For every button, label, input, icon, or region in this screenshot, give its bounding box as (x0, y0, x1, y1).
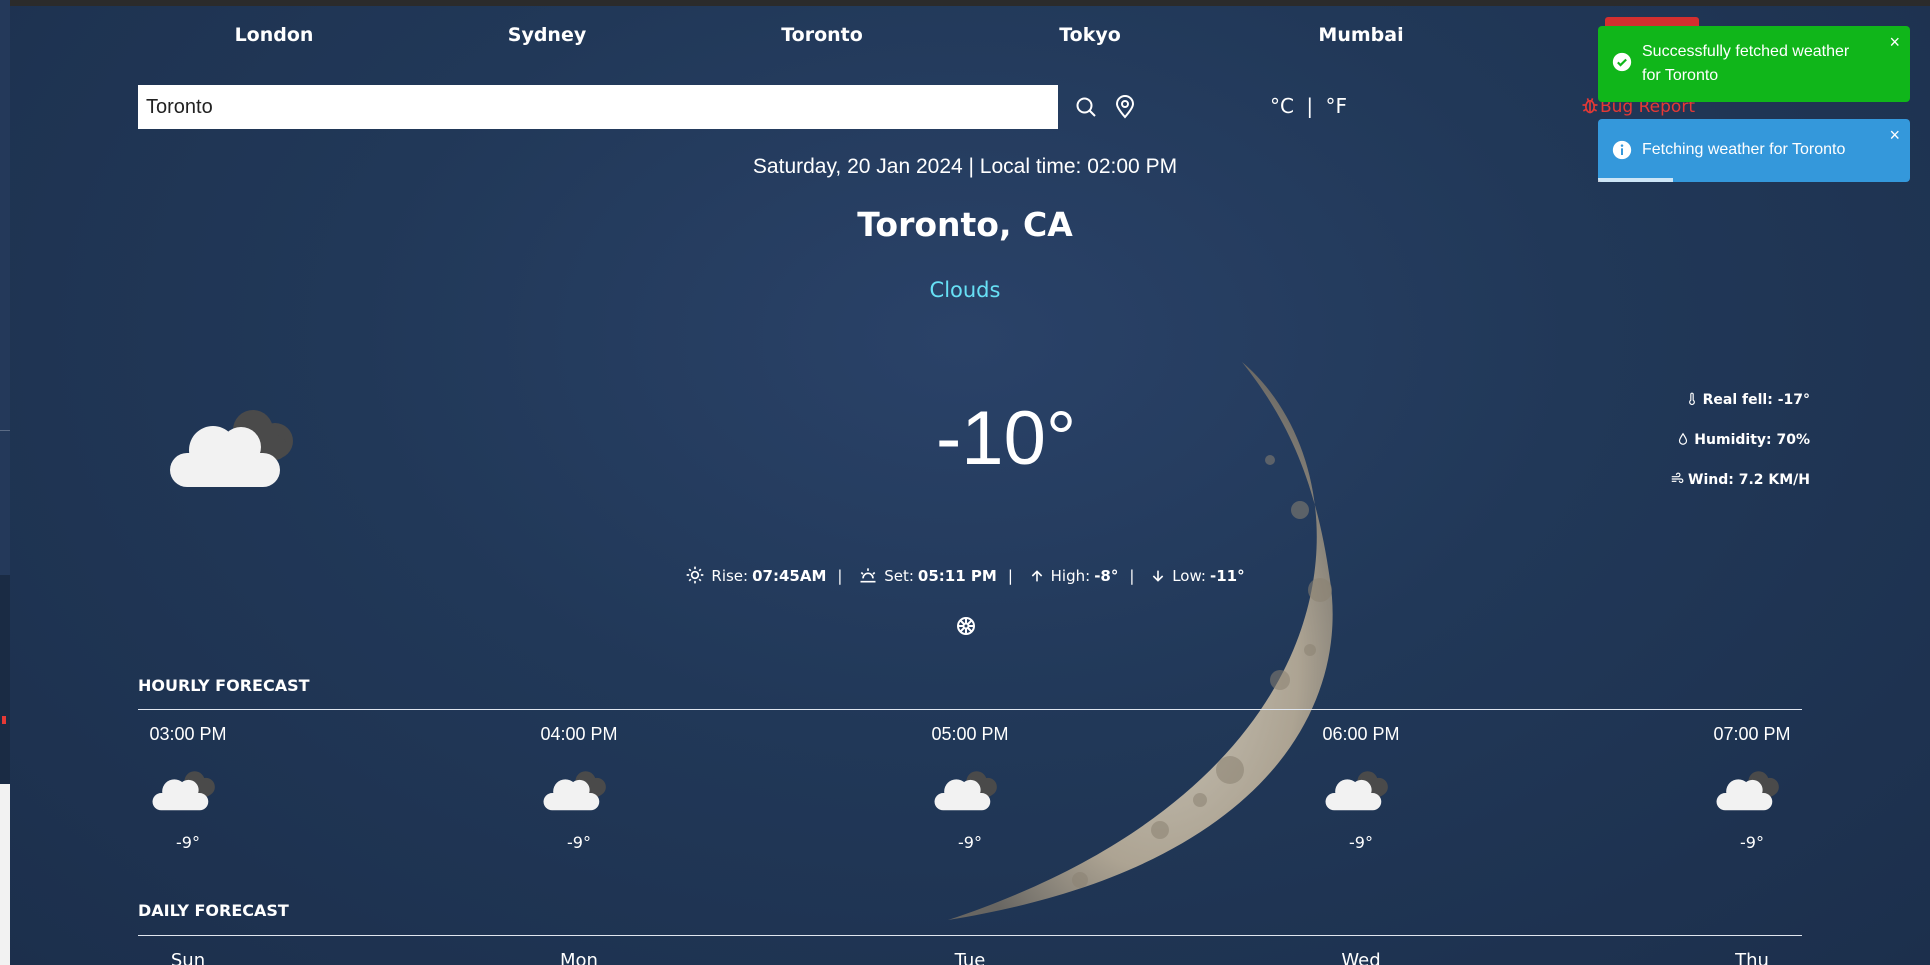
ship-wheel-icon[interactable] (954, 614, 978, 638)
info-circle-icon (1612, 140, 1632, 165)
daily-divider (138, 935, 1802, 936)
wind-icon (1671, 472, 1684, 484)
thermometer-icon (1688, 392, 1695, 406)
search-input[interactable] (138, 85, 1058, 129)
window-top-strip (0, 0, 1930, 6)
sun-icon (687, 566, 704, 584)
city-button-toronto[interactable]: Toronto (781, 24, 863, 46)
arrow-up-icon (1031, 570, 1042, 582)
hourly-item: 03:00 PM -9° (128, 724, 248, 852)
daily-item: Sun (170, 950, 206, 965)
bug-icon (1582, 98, 1598, 114)
city-button-mumbai[interactable]: Mumbai (1318, 24, 1403, 46)
close-icon[interactable]: × (1889, 125, 1900, 146)
weather-condition: Clouds (929, 278, 1001, 302)
check-circle-icon (1612, 52, 1632, 77)
daily-item: Thu (1735, 950, 1769, 965)
celsius-button[interactable]: °C (1270, 94, 1294, 118)
sunset: Set: 05:11 PM (858, 565, 997, 585)
daily-forecast-title: DAILY FORECAST (138, 901, 289, 920)
close-icon[interactable]: × (1889, 32, 1900, 53)
sunrise: Rise: 07:45AM (685, 565, 826, 585)
daily-item: Mon (560, 950, 598, 965)
toast-progress-bar (1598, 178, 1673, 182)
arrow-down-icon (1152, 570, 1164, 582)
current-temperature: -10° (936, 396, 1077, 481)
droplet-icon (1679, 432, 1688, 445)
hourly-item: 05:00 PM -9° (910, 724, 1030, 852)
cloud-icon (1692, 763, 1812, 815)
hourly-divider (138, 709, 1802, 710)
wind: Wind: 7.2 KM/H (1670, 471, 1810, 488)
unit-toggle: °C | °F (1270, 94, 1347, 118)
fahrenheit-button[interactable]: °F (1325, 94, 1347, 118)
sunset-icon (860, 568, 876, 583)
cloud-icon (128, 763, 248, 815)
location-pin-icon[interactable] (1113, 95, 1137, 119)
location-title: Toronto, CA (857, 205, 1073, 244)
low-temperature: Low: -11° (1150, 567, 1245, 585)
success-toast-message: Successfully fetched weather for Toronto (1642, 43, 1850, 84)
cloud-icon (1301, 763, 1421, 815)
city-button-london[interactable]: London (235, 24, 314, 46)
left-edge-strip (0, 0, 10, 965)
info-toast-message: Fetching weather for Toronto (1642, 141, 1846, 158)
cloud-icon (910, 763, 1030, 815)
weather-app: London Sydney Toronto Tokyo Mumbai °C | … (0, 0, 1930, 965)
hourly-item: 07:00 PM -9° (1692, 724, 1812, 852)
hourly-item: 06:00 PM -9° (1301, 724, 1421, 852)
info-toast[interactable]: Fetching weather for Toronto × (1598, 119, 1910, 182)
hourly-item: 04:00 PM -9° (519, 724, 639, 852)
search-icon[interactable] (1074, 95, 1098, 119)
cloud-icon (519, 763, 639, 815)
sun-info-row: Rise: 07:45AM | Set: 05:11 PM | High: -8° |… (0, 565, 1930, 585)
hourly-forecast-title: HOURLY FORECAST (138, 676, 310, 695)
success-toast[interactable]: Successfully fetched weather for Toronto… (1598, 26, 1910, 102)
humidity: Humidity: 70% (1676, 431, 1810, 448)
city-button-tokyo[interactable]: Tokyo (1059, 24, 1121, 46)
unit-separator: | (1306, 94, 1314, 118)
city-button-sydney[interactable]: Sydney (508, 24, 586, 46)
current-weather-cloud-icon (165, 395, 315, 499)
real-feel: Real fell: -17° (1685, 391, 1810, 408)
daily-item: Tue (954, 950, 986, 965)
daily-item: Wed (1341, 950, 1381, 965)
high-temperature: High: -8° (1029, 567, 1118, 585)
